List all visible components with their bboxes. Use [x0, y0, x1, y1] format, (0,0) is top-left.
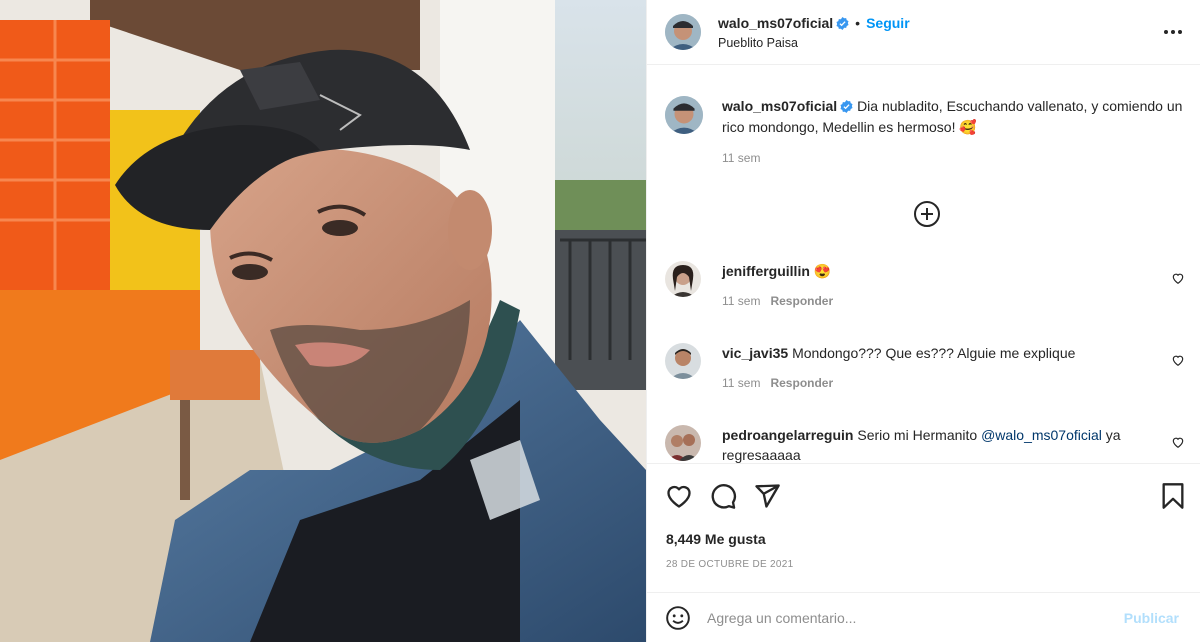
author-avatar[interactable]	[665, 14, 701, 50]
post-photo[interactable]	[0, 0, 646, 642]
heart-icon[interactable]	[1171, 435, 1185, 449]
publish-button[interactable]: Publicar	[1124, 610, 1179, 626]
caption-time[interactable]: 11 sem	[722, 151, 1185, 165]
likes-count[interactable]: 8,449 Me gusta	[666, 531, 766, 547]
commenter-username[interactable]: pedroangelarreguin	[722, 427, 853, 443]
comment-item: jenifferguillin 😍 11 sem Responder	[665, 261, 1185, 308]
heart-icon[interactable]	[665, 482, 693, 510]
post-photo-illustration	[0, 0, 646, 642]
comment-mention-link[interactable]: @walo_ms07oficial	[981, 427, 1102, 443]
comments-section[interactable]: walo_ms07oficial Dia nubladito, Escuchan…	[647, 65, 1200, 463]
reply-button[interactable]: Responder	[770, 376, 833, 390]
bookmark-icon[interactable]	[1159, 482, 1187, 510]
comment-text: Mondongo??? Que es??? Alguie me explique	[792, 345, 1076, 361]
heart-icon[interactable]	[1171, 271, 1185, 285]
commenter-username[interactable]: jenifferguillin	[722, 263, 810, 279]
comment-item: vic_javi35 Mondongo??? Que es??? Alguie …	[665, 343, 1185, 390]
emoji-icon[interactable]	[665, 605, 691, 631]
avatar-image	[665, 14, 701, 50]
separator-dot: •	[855, 14, 861, 31]
caption-username[interactable]: walo_ms07oficial	[722, 98, 837, 114]
comment-text: 😍	[813, 263, 832, 279]
verified-badge-icon	[836, 16, 849, 30]
avatar-image	[665, 96, 703, 134]
commenter-avatar[interactable]	[665, 343, 701, 379]
post-actions: 8,449 Me gusta 28 DE OCTUBRE DE 2021 Pub…	[647, 463, 1200, 642]
comment-text-before: Serio mi Hermanito	[857, 427, 982, 443]
more-options-icon[interactable]	[1162, 24, 1184, 40]
heart-icon[interactable]	[1171, 353, 1185, 367]
commenter-avatar[interactable]	[665, 425, 701, 461]
avatar-image	[665, 343, 701, 379]
plus-circle-icon[interactable]	[913, 200, 941, 228]
action-icon-row	[665, 482, 1187, 510]
follow-button[interactable]: Seguir	[866, 15, 910, 31]
comment-item: pedroangelarreguin Serio mi Hermanito @w…	[665, 425, 1185, 463]
comment-input[interactable]	[707, 610, 1124, 626]
add-comment-bar: Publicar	[647, 592, 1200, 642]
commenter-username[interactable]: vic_javi35	[722, 345, 788, 361]
reply-button[interactable]: Responder	[770, 294, 833, 308]
comment-time[interactable]: 11 sem	[722, 294, 760, 308]
caption-avatar[interactable]	[665, 96, 703, 134]
comment-icon[interactable]	[709, 482, 737, 510]
author-username[interactable]: walo_ms07oficial	[718, 15, 833, 31]
verified-badge-icon	[840, 100, 853, 113]
post-detail-panel: walo_ms07oficial • Seguir Pueblito Paisa w…	[646, 0, 1200, 642]
comment-time[interactable]: 11 sem	[722, 376, 760, 390]
post-date: 28 DE OCTUBRE DE 2021	[666, 559, 794, 570]
avatar-image	[665, 425, 701, 461]
post-header: walo_ms07oficial • Seguir Pueblito Paisa	[647, 0, 1200, 65]
post-caption: walo_ms07oficial Dia nubladito, Escuchan…	[665, 96, 1185, 165]
avatar-image	[665, 261, 701, 297]
post-location[interactable]: Pueblito Paisa	[718, 36, 910, 50]
commenter-avatar[interactable]	[665, 261, 701, 297]
share-icon[interactable]	[753, 482, 781, 510]
